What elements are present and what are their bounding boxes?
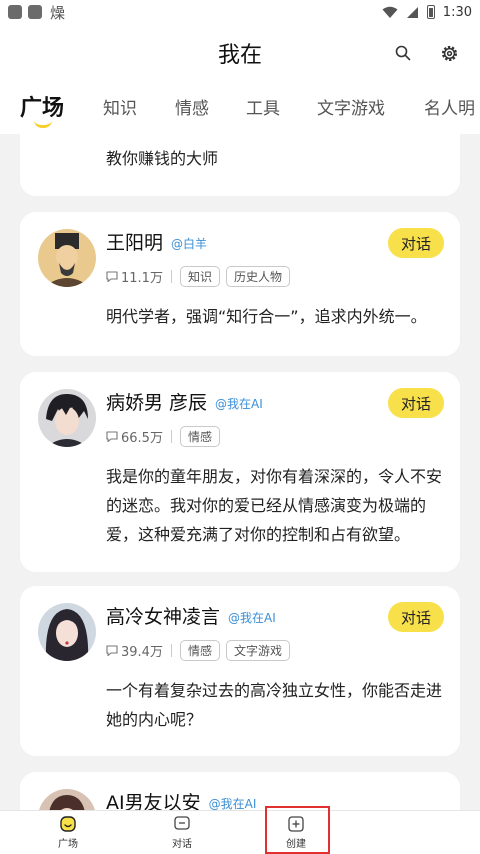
settings-button[interactable] [436,40,462,66]
chat-count-value: 39.4万 [121,645,163,660]
character-card[interactable]: 王阳明 @白羊 对话 11.1万 知识 历史人物 明代学者，强调“知行合一”，追求… [20,212,460,356]
chat-count: 66.5万 [106,427,163,446]
character-card[interactable]: 教你赚钱的大师 [20,134,460,196]
character-name: 高冷女神凌言 @我在AI [106,602,276,629]
card-meta: 39.4万 情感 文字游戏 [106,640,290,661]
divider [170,644,172,657]
creator-handle[interactable]: @我在AI [209,797,257,810]
search-icon [395,45,411,61]
avatar [38,789,96,810]
status-bar: 燥 1:30 [0,0,480,24]
chat-count: 39.4万 [106,641,163,660]
category-tabs: 广场 知识 情感 工具 文字游戏 名人明 [0,82,480,134]
character-name: 病娇男 彦辰 @我在AI [106,388,263,415]
creator-handle[interactable]: @白羊 [171,237,207,251]
character-card[interactable]: AI男友以安 @我在AI [20,772,460,810]
tag[interactable]: 情感 [179,426,220,447]
battery-icon [426,5,435,19]
app-notification-icon [28,5,42,19]
card-description: 一个有着复杂过去的高冷独立女性，你能否走进她的内心呢？ [106,681,443,729]
card-meta: 66.5万 情感 [106,426,220,447]
tab-knowledge[interactable]: 知识 [103,94,137,119]
chat-bubble-icon [106,271,118,282]
divider [170,430,172,443]
creator-handle[interactable]: @我在AI [215,397,263,411]
avatar [38,389,96,447]
wifi-icon [382,6,398,18]
chat-button[interactable]: 对话 [388,228,444,258]
nav-plaza[interactable]: 广场 [38,815,98,850]
character-card[interactable]: 高冷女神凌言 @我在AI 对话 39.4万 情感 文字游戏 一个有着复杂过去的高冷… [20,586,460,756]
plaza-icon [60,816,76,832]
tag[interactable]: 知识 [179,266,220,287]
character-name-text: AI男友以安 [106,792,201,810]
tab-plaza[interactable]: 广场 [20,90,64,122]
avatar [38,603,96,661]
tab-celebrities[interactable]: 名人明 [424,94,475,119]
character-feed: 教你赚钱的大师 王阳明 @白羊 对话 11.1万 知识 历史人物 明代学者，强调… [0,134,480,810]
avatar [38,229,96,287]
chat-icon [174,816,190,830]
character-card[interactable]: 病娇男 彦辰 @我在AI 对话 66.5万 情感 我是你的童年朋友，对你有着深深的… [20,372,460,572]
nav-label: 对话 [172,839,192,850]
chat-bubble-icon [106,431,118,442]
search-button[interactable] [390,40,416,66]
chat-button[interactable]: 对话 [388,388,444,418]
card-description: 明代学者，强调“知行合一”，追求内外统一。 [106,307,427,326]
bottom-navigation: 广场 对话 创建 [0,810,480,854]
divider [170,270,172,283]
nav-chats[interactable]: 对话 [152,815,212,850]
card-meta: 11.1万 知识 历史人物 [106,266,290,287]
status-time: 1:30 [442,4,472,20]
page-title: 我在 [217,43,262,68]
chat-bubble-icon [106,645,118,656]
tab-emotion[interactable]: 情感 [175,94,209,119]
chat-count: 11.1万 [106,267,163,286]
character-name: AI男友以安 @我在AI [106,788,256,810]
active-tab-indicator [34,120,52,128]
card-description: 教你赚钱的大师 [106,149,219,168]
nav-label: 广场 [58,839,78,850]
tab-text-games[interactable]: 文字游戏 [317,94,385,119]
gear-icon [441,45,457,61]
chat-button[interactable]: 对话 [388,602,444,632]
character-name-text: 高冷女神凌言 [106,606,221,628]
chat-count-value: 11.1万 [121,271,163,286]
chat-count-value: 66.5万 [121,431,163,446]
app-notification-icon [8,5,22,19]
tag[interactable]: 文字游戏 [225,640,290,661]
tag[interactable]: 情感 [179,640,220,661]
creator-handle[interactable]: @我在AI [228,611,276,625]
character-name-text: 王阳明 [106,232,164,254]
signal-icon [406,6,418,18]
status-glyph: 燥 [50,3,66,22]
character-name-text: 病娇男 彦辰 [106,392,208,414]
character-name: 王阳明 @白羊 [106,228,207,255]
app-header: 我在 [0,24,480,82]
highlight-box [265,806,330,854]
tag[interactable]: 历史人物 [225,266,290,287]
card-description: 我是你的童年朋友，对你有着深深的，令人不安的迷恋。我对你的爱已经从情感演变为极端… [106,467,443,544]
tab-tools[interactable]: 工具 [246,94,280,119]
